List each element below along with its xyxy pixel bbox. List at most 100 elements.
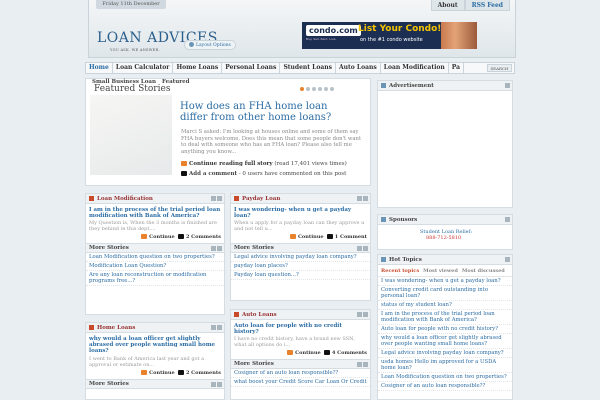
layout-options-button[interactable]: Layout Options xyxy=(184,40,236,50)
add-comment-link[interactable]: Add a comment xyxy=(189,171,237,177)
continue-link[interactable]: Continue xyxy=(298,234,324,240)
list-item[interactable]: Legal advice involving payday loan compa… xyxy=(378,349,512,358)
slider-dot[interactable] xyxy=(318,87,322,91)
list-item[interactable]: I was wondering- when u get a payday loa… xyxy=(378,277,512,286)
bullet-icon xyxy=(381,83,386,88)
more-stories-title: More Stories xyxy=(234,245,274,252)
list-item[interactable]: payday loan places? xyxy=(231,262,370,272)
arrow-icon xyxy=(287,350,294,356)
box-title[interactable]: Home Loans xyxy=(97,325,135,331)
story-question[interactable]: why would a loan officer get slightly ab… xyxy=(86,333,224,355)
slider-dot[interactable] xyxy=(312,87,316,91)
close-icon[interactable] xyxy=(363,246,368,252)
arrow-icon xyxy=(141,234,148,240)
story-excerpt: When u apply for a payday loan can they … xyxy=(234,220,365,233)
slider-dot[interactable] xyxy=(300,87,304,91)
slider-dot[interactable] xyxy=(330,87,334,91)
nav-home[interactable]: Home xyxy=(86,63,113,73)
comment-icon xyxy=(323,350,330,356)
close-icon[interactable] xyxy=(217,196,222,201)
story-meta: Continue 2 Comments xyxy=(86,232,224,240)
close-icon[interactable] xyxy=(217,381,222,387)
nav-auto-loans[interactable]: Auto Loans xyxy=(336,63,381,73)
close-icon[interactable] xyxy=(217,246,222,252)
minimize-icon[interactable] xyxy=(357,246,362,252)
condo-banner-ad[interactable]: condo.com Buy. Sell. Rent. Live. List Yo… xyxy=(302,22,477,49)
list-item[interactable]: Converting credit card outstanding into … xyxy=(378,286,512,301)
story-question[interactable]: Auto loan for people with no credit hist… xyxy=(231,320,370,335)
list-item[interactable]: Auto loan for people with no credit hist… xyxy=(378,325,512,334)
auto-loans-box: Auto Loans Auto loan for people with no … xyxy=(230,309,371,400)
list-item[interactable]: I am in the process of the trial period … xyxy=(378,310,512,325)
list-item[interactable]: Payday loan question...? xyxy=(231,271,370,281)
minimize-icon[interactable] xyxy=(357,362,362,368)
minimize-icon[interactable] xyxy=(211,196,216,201)
minimize-icon[interactable] xyxy=(211,246,216,252)
box-header: Auto Loans xyxy=(231,310,370,320)
list-item[interactable]: why would a loan officer get slightly ab… xyxy=(378,334,512,349)
box-title[interactable]: Auto Loans xyxy=(242,312,277,318)
about-link[interactable]: About xyxy=(430,0,465,11)
slider-dot[interactable] xyxy=(324,87,328,91)
continue-reading-link[interactable]: Continue reading full story xyxy=(189,161,273,167)
featured-thumbnail[interactable] xyxy=(90,95,172,175)
close-icon[interactable] xyxy=(505,83,510,88)
rss-feed-link[interactable]: RSS Feed xyxy=(464,0,510,11)
list-item[interactable]: Cosigner of an auto loan responsible?? xyxy=(378,382,512,391)
list-item[interactable]: Are any loan reconstruction or modificat… xyxy=(86,271,224,287)
minimize-icon[interactable] xyxy=(357,196,362,201)
list-item[interactable]: what boost your Credit Score Car Loan Or… xyxy=(231,378,370,388)
nav-payday-loan-truncated[interactable]: Pa xyxy=(449,63,464,73)
nav-personal-loans[interactable]: Personal Loans xyxy=(222,63,281,73)
story-excerpt: My Question is, When the 3 months is fin… xyxy=(89,220,217,233)
bullet-icon xyxy=(234,196,239,201)
nav-home-loans[interactable]: Home Loans xyxy=(173,63,223,73)
list-item[interactable]: status of my student loan? xyxy=(378,301,512,310)
nav-loan-modification[interactable]: Loan Modification xyxy=(381,63,449,73)
minimize-icon[interactable] xyxy=(211,325,216,330)
comments-link[interactable]: 4 Comments xyxy=(332,350,367,356)
nav-loan-calculator[interactable]: Loan Calculator xyxy=(113,63,174,73)
box-header: Sponsors xyxy=(378,215,512,225)
close-icon[interactable] xyxy=(505,217,510,222)
date-label: Friday 11th December xyxy=(96,0,166,9)
box-title: Advertisement xyxy=(389,82,434,89)
list-item[interactable]: Loan Modification question on two proper… xyxy=(86,253,224,263)
tab-most-discussed[interactable]: Most discussed xyxy=(462,267,509,276)
box-title[interactable]: Payday Loan xyxy=(242,196,280,202)
list-item[interactable]: Cosigner of an auto loan responsible?? xyxy=(231,369,370,379)
box-title[interactable]: Loan Modification xyxy=(97,196,153,202)
list-item[interactable]: Legal advice involving payday loan compa… xyxy=(231,253,370,263)
comments-link[interactable]: 1 Comment xyxy=(335,234,367,240)
minimize-icon[interactable] xyxy=(211,381,216,387)
comments-link[interactable]: 2 Comments xyxy=(186,370,221,376)
list-item[interactable]: Loan Modification question on two proper… xyxy=(378,373,512,382)
continue-link[interactable]: Continue xyxy=(149,370,175,376)
box-header: Loan Modification xyxy=(86,194,224,204)
close-icon[interactable] xyxy=(363,362,368,368)
tab-most-viewed[interactable]: Most viewed xyxy=(423,267,462,276)
slider-dot[interactable] xyxy=(306,87,310,91)
box-header: Home Loans xyxy=(86,323,224,333)
search-button[interactable]: SEARCH xyxy=(487,64,512,72)
comments-link[interactable]: 2 Comments xyxy=(186,234,221,240)
tab-recent-topics[interactable]: Recent topics xyxy=(381,267,423,276)
featured-headline[interactable]: How does an FHA home loan differ from ot… xyxy=(180,101,350,123)
home-loans-box: Home Loans why would a loan officer get … xyxy=(85,322,225,400)
box-title: Hot Topics xyxy=(389,256,422,263)
story-question[interactable]: I am in the process of the trial period … xyxy=(86,204,224,219)
hot-topics-list: I was wondering- when u get a payday loa… xyxy=(378,277,512,391)
story-meta: Continue 2 Comments xyxy=(86,368,224,376)
continue-link[interactable]: Continue xyxy=(149,234,175,240)
minimize-icon[interactable] xyxy=(357,312,362,317)
continue-link[interactable]: Continue xyxy=(295,350,321,356)
list-item[interactable]: Modification Loan Question? xyxy=(86,262,224,272)
list-item[interactable]: usda homes Hello im approved for a USDA … xyxy=(378,358,512,373)
bullet-icon xyxy=(89,325,94,330)
close-icon[interactable] xyxy=(217,325,222,330)
close-icon[interactable] xyxy=(363,196,368,201)
nav-student-loans[interactable]: Student Loans xyxy=(280,63,336,73)
close-icon[interactable] xyxy=(363,312,368,317)
story-question[interactable]: I was wondering- when u get a payday loa… xyxy=(231,204,370,219)
close-icon[interactable] xyxy=(505,257,510,262)
